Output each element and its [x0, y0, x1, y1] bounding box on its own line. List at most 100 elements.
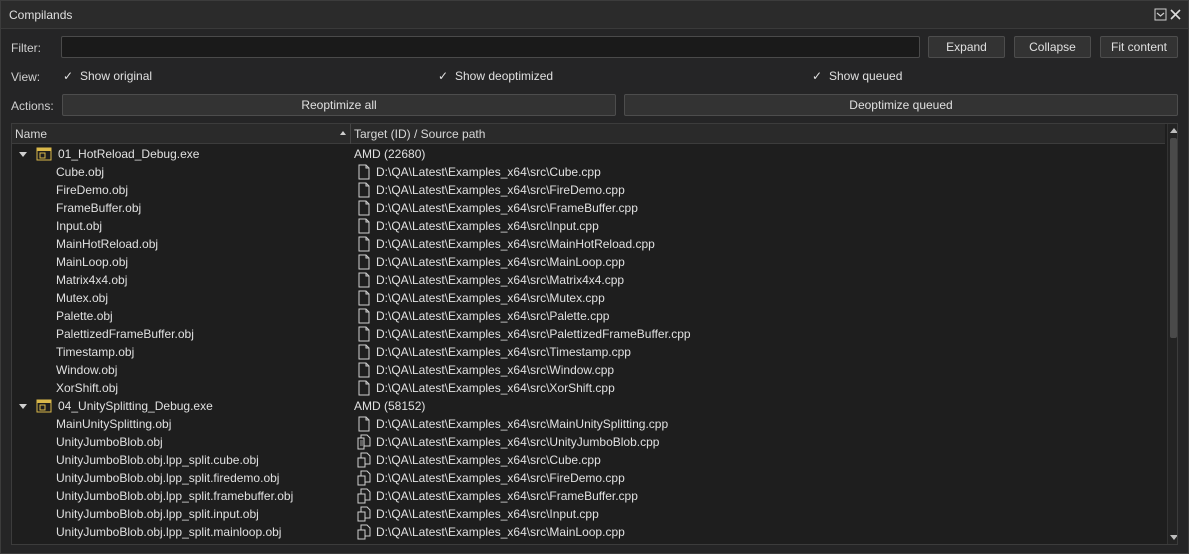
- compiland-name: UnityJumboBlob.obj: [56, 435, 163, 449]
- tree-row-compiland[interactable]: MainUnitySplitting.obj D:\QA\Latest\Examp…: [12, 415, 1165, 433]
- source-path: D:\QA\Latest\Examples_x64\src\Mutex.cpp: [376, 291, 605, 305]
- tree-row-compiland[interactable]: Mutex.obj D:\QA\Latest\Examples_x64\src\M…: [12, 289, 1165, 307]
- column-divider[interactable]: [350, 124, 351, 144]
- tree-row-compiland[interactable]: Cube.obj D:\QA\Latest\Examples_x64\src\Cu…: [12, 163, 1165, 181]
- compiland-name: MainUnitySplitting.obj: [56, 417, 172, 431]
- fit-content-button[interactable]: Fit content: [1100, 36, 1178, 58]
- compiland-name: UnityJumboBlob.obj.lpp_split.cube.obj: [56, 453, 259, 467]
- compiland-name: Matrix4x4.obj: [56, 273, 128, 287]
- column-header-target[interactable]: Target (ID) / Source path: [354, 127, 485, 141]
- tree-row-compiland[interactable]: UnityJumboBlob.obj D:\QA\Latest\Examples_…: [12, 433, 1165, 451]
- file-icon: [358, 290, 370, 306]
- expand-button[interactable]: Expand: [928, 36, 1005, 58]
- file-icon: [358, 416, 370, 432]
- source-path: D:\QA\Latest\Examples_x64\src\FireDemo.c…: [376, 471, 625, 485]
- source-path: D:\QA\Latest\Examples_x64\src\UnityJumbo…: [376, 435, 660, 449]
- tree-row-compiland[interactable]: UnityJumboBlob.obj.lpp_split.framebuffer…: [12, 487, 1165, 505]
- tree-row-compiland[interactable]: UnityJumboBlob.obj.lpp_split.cube.obj D:\…: [12, 451, 1165, 469]
- tree-row-compiland[interactable]: Window.obj D:\QA\Latest\Examples_x64\src\…: [12, 361, 1165, 379]
- show-deoptimized-label: Show deoptimized: [455, 69, 554, 83]
- tree-row-compiland[interactable]: XorShift.obj D:\QA\Latest\Examples_x64\sr…: [12, 379, 1165, 397]
- executable-name: 01_HotReload_Debug.exe: [58, 147, 200, 161]
- tree-row-compiland[interactable]: Input.obj D:\QA\Latest\Examples_x64\src\I…: [12, 217, 1165, 235]
- compiland-name: XorShift.obj: [56, 381, 119, 395]
- target-id: AMD (22680): [354, 147, 426, 161]
- show-queued-checkbox[interactable]: ✓ Show queued: [811, 68, 902, 84]
- source-path: D:\QA\Latest\Examples_x64\src\Cube.cpp: [376, 453, 601, 467]
- scroll-up-icon[interactable]: [1169, 126, 1178, 134]
- tree-row-compiland[interactable]: FireDemo.obj D:\QA\Latest\Examples_x64\sr…: [12, 181, 1165, 199]
- source-path: D:\QA\Latest\Examples_x64\src\Input.cpp: [376, 219, 599, 233]
- source-path: D:\QA\Latest\Examples_x64\src\Timestamp.…: [376, 345, 631, 359]
- source-path: D:\QA\Latest\Examples_x64\src\Palette.cp…: [376, 309, 610, 323]
- source-path: D:\QA\Latest\Examples_x64\src\MainLoop.c…: [376, 525, 625, 539]
- compiland-name: UnityJumboBlob.obj.lpp_split.firedemo.ob…: [56, 471, 280, 485]
- file-icon: [358, 254, 370, 270]
- unity-file-icon: [357, 434, 371, 450]
- source-path: D:\QA\Latest\Examples_x64\src\Window.cpp: [376, 363, 615, 377]
- compilands-tree[interactable]: Name Target (ID) / Source path 01_HotRel…: [11, 123, 1178, 545]
- sort-ascending-icon: [340, 131, 346, 135]
- split-file-icon: [357, 452, 371, 468]
- tree-row-compiland[interactable]: PalettizedFrameBuffer.obj D:\QA\Latest\Ex…: [12, 325, 1165, 343]
- source-path: D:\QA\Latest\Examples_x64\src\FrameBuffe…: [376, 201, 638, 215]
- tree-row-compiland[interactable]: UnityJumboBlob.obj.lpp_split.mainloop.ob…: [12, 523, 1165, 541]
- source-path: D:\QA\Latest\Examples_x64\src\XorShift.c…: [376, 381, 615, 395]
- compiland-name: Window.obj: [56, 363, 118, 377]
- compiland-name: Palette.obj: [56, 309, 113, 323]
- show-queued-label: Show queued: [829, 69, 903, 83]
- vertical-scrollbar[interactable]: [1167, 124, 1178, 544]
- tree-header: Name Target (ID) / Source path: [12, 124, 1165, 144]
- tree-row-compiland[interactable]: MainHotReload.obj D:\QA\Latest\Examples_x…: [12, 235, 1165, 253]
- tree-row-compiland[interactable]: UnityJumboBlob.obj.lpp_split.input.obj D:…: [12, 505, 1165, 523]
- source-path: D:\QA\Latest\Examples_x64\src\FrameBuffe…: [376, 489, 638, 503]
- compiland-name: UnityJumboBlob.obj.lpp_split.mainloop.ob…: [56, 525, 282, 539]
- source-path: D:\QA\Latest\Examples_x64\src\Palettized…: [376, 327, 691, 341]
- split-file-icon: [357, 506, 371, 522]
- window-title: Compilands: [9, 8, 73, 22]
- scroll-down-icon[interactable]: [1169, 534, 1178, 542]
- title-bar: Compilands: [1, 1, 1188, 29]
- show-deoptimized-checkbox[interactable]: ✓ Show deoptimized: [437, 68, 553, 84]
- source-path: D:\QA\Latest\Examples_x64\src\Input.cpp: [376, 507, 599, 521]
- tree-row-compiland[interactable]: Timestamp.obj D:\QA\Latest\Examples_x64\s…: [12, 343, 1165, 361]
- collapse-button[interactable]: Collapse: [1014, 36, 1091, 58]
- file-icon: [358, 380, 370, 396]
- compiland-name: Mutex.obj: [56, 291, 109, 305]
- tree-row-compiland[interactable]: MainLoop.obj D:\QA\Latest\Examples_x64\sr…: [12, 253, 1165, 271]
- expand-arrow-icon[interactable]: [19, 150, 27, 158]
- column-header-name[interactable]: Name: [15, 127, 47, 141]
- close-icon[interactable]: [1169, 8, 1182, 21]
- tree-row-compiland[interactable]: Matrix4x4.obj D:\QA\Latest\Examples_x64\s…: [12, 271, 1165, 289]
- compiland-name: FrameBuffer.obj: [56, 201, 142, 215]
- source-path: D:\QA\Latest\Examples_x64\src\MainHotRel…: [376, 237, 655, 251]
- filter-label: Filter:: [11, 41, 41, 55]
- expand-arrow-icon[interactable]: [19, 402, 27, 410]
- scrollbar-thumb[interactable]: [1170, 138, 1177, 338]
- show-original-checkbox[interactable]: ✓ Show original: [62, 68, 152, 84]
- source-path: D:\QA\Latest\Examples_x64\src\MainLoop.c…: [376, 255, 625, 269]
- executable-name: 04_UnitySplitting_Debug.exe: [58, 399, 213, 413]
- source-path: D:\QA\Latest\Examples_x64\src\Cube.cpp: [376, 165, 601, 179]
- target-id: AMD (58152): [354, 399, 426, 413]
- reoptimize-all-button[interactable]: Reoptimize all: [62, 94, 616, 116]
- compiland-name: PalettizedFrameBuffer.obj: [56, 327, 194, 341]
- compiland-name: UnityJumboBlob.obj.lpp_split.framebuffer…: [56, 489, 294, 503]
- compiland-name: MainHotReload.obj: [56, 237, 159, 251]
- tree-row-executable[interactable]: 01_HotReload_Debug.exe AMD (22680): [12, 145, 1165, 163]
- tree-row-compiland[interactable]: UnityJumboBlob.obj.lpp_split.firedemo.ob…: [12, 469, 1165, 487]
- file-icon: [358, 326, 370, 342]
- executable-icon: [36, 147, 52, 161]
- tree-row-executable[interactable]: 04_UnitySplitting_Debug.exe AMD (58152): [12, 397, 1165, 415]
- compiland-name: UnityJumboBlob.obj.lpp_split.input.obj: [56, 507, 259, 521]
- tree-row-compiland[interactable]: FrameBuffer.obj D:\QA\Latest\Examples_x64…: [12, 199, 1165, 217]
- deoptimize-queued-button[interactable]: Deoptimize queued: [624, 94, 1178, 116]
- tree-row-compiland[interactable]: Palette.obj D:\QA\Latest\Examples_x64\src…: [12, 307, 1165, 325]
- source-path: D:\QA\Latest\Examples_x64\src\Matrix4x4.…: [376, 273, 625, 287]
- executable-icon: [36, 399, 52, 413]
- view-label: View:: [11, 70, 41, 84]
- source-path: D:\QA\Latest\Examples_x64\src\FireDemo.c…: [376, 183, 625, 197]
- filter-input[interactable]: [61, 36, 920, 58]
- minimize-icon[interactable]: [1154, 8, 1167, 21]
- checkmark-icon: ✓: [62, 69, 74, 83]
